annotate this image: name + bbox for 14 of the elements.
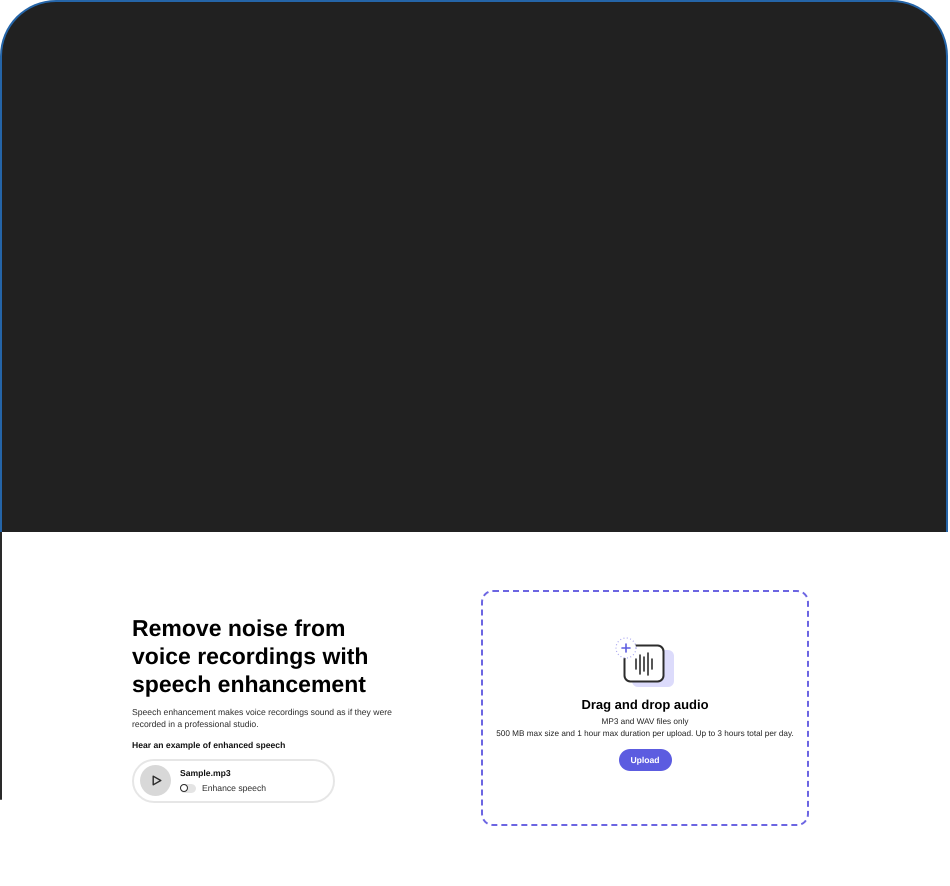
toggle-switch[interactable] [180,784,196,792]
sample-label: Hear an example of enhanced speech [132,740,286,750]
description-text: Speech enhancement makes voice recordings sound as if they were recorded in a professional studio. [132,706,393,730]
toggle-label: Enhance speech [202,783,266,793]
drop-zone[interactable]: Drag and drop audio MP3 and WAV files only 500 MB max size and 1 hour max duration per upload. Up to 3 hours total per day. Upload [481,590,809,826]
upload-button[interactable]: Upload [618,749,672,771]
add-audio-icon [615,637,675,687]
play-button[interactable] [140,765,171,796]
drop-zone-title: Drag and drop audio [581,697,709,712]
file-name: Sample.mp3 [180,768,232,778]
file-requirements: 500 MB max size and 1 hour max duration per upload. Up to 3 hours total per day. [496,728,794,740]
play-icon [152,775,162,786]
page-heading: Remove noise from voice recordings with speech enhancement [132,614,370,698]
file-requirements: MP3 and WAV files only [602,716,688,728]
